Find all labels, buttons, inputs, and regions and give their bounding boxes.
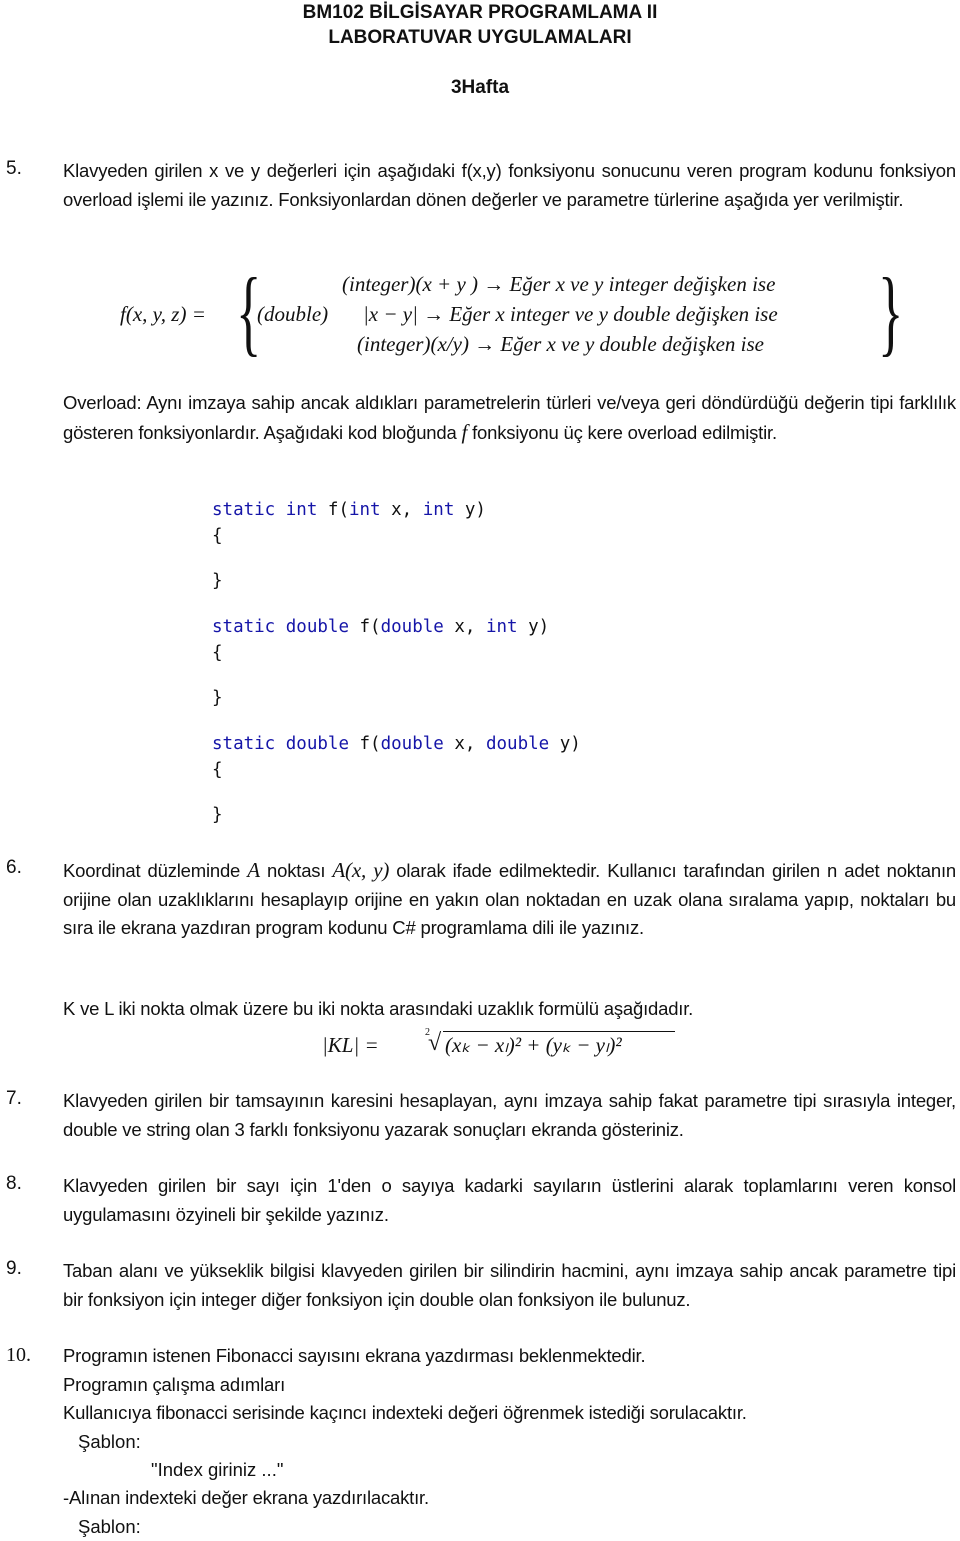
point-notation: A(x, y) bbox=[332, 858, 390, 882]
code-signature-3: static double f(double x, double y) bbox=[212, 734, 581, 754]
question-text: Klavyeden girilen bir sayı için 1'den o … bbox=[63, 1175, 956, 1225]
q10-line-3: Kullanıcıya fibonacci serisinde kaçıncı … bbox=[63, 1402, 747, 1423]
question-number: 6. bbox=[6, 857, 22, 878]
code-close-brace-3: } bbox=[212, 805, 223, 825]
overload-definition: Overload: Aynı imzaya sahip ancak aldıkl… bbox=[63, 389, 956, 447]
question-text: Koordinat düzleminde A noktası A(x, y) o… bbox=[63, 858, 956, 938]
question-text: Klavyeden girilen bir tamsayının karesin… bbox=[63, 1090, 956, 1140]
formula-lhs: f(x, y, z) = bbox=[120, 302, 206, 326]
formula-case-2: |x − y| → Eğer x integer ve y double değ… bbox=[363, 302, 778, 326]
question-text: Klavyeden girilen x ve y değerleri için … bbox=[63, 160, 956, 210]
course-subtitle: LABORATUVAR UYGULAMALARI bbox=[328, 27, 632, 48]
distance-lhs: |KL| = bbox=[322, 1033, 379, 1057]
code-close-brace-1: } bbox=[212, 571, 223, 591]
question-number: 10. bbox=[6, 1344, 31, 1366]
code-open-brace-3: { bbox=[212, 760, 223, 780]
code-open-brace-1: { bbox=[212, 526, 223, 546]
q10-line-1: Programın istenen Fibonacci sayısını ekr… bbox=[63, 1345, 646, 1366]
overload-text-end: fonksiyonu üç kere overload edilmiştir. bbox=[467, 421, 777, 443]
radical-icon: √ bbox=[428, 1030, 442, 1056]
distance-intro: K ve L iki nokta olmak üzere bu iki nokt… bbox=[63, 998, 694, 1019]
q10-line-2: Programın çalışma adımları bbox=[63, 1374, 286, 1395]
question-number: 5. bbox=[6, 158, 22, 179]
formula-case-3: (integer)(x/y) → Eğer x ve y double deği… bbox=[357, 332, 764, 356]
question-text: Taban alanı ve yükseklik bilgisi klavyed… bbox=[63, 1260, 956, 1310]
week-label: 3Hafta bbox=[450, 77, 510, 98]
question-number: 7. bbox=[6, 1088, 22, 1109]
radical-bar bbox=[443, 1031, 675, 1032]
template-label-2: Şablon: bbox=[78, 1516, 141, 1537]
template-label-1: Şablon: bbox=[78, 1431, 141, 1452]
distance-rhs: (xₖ − xₗ)² + (yₖ − yₗ)² bbox=[445, 1033, 622, 1057]
template-value-1: "Index giriniz ..." bbox=[151, 1459, 284, 1480]
right-brace: } bbox=[878, 258, 904, 365]
formula-case-1: (integer)(x + y ) → Eğer x ve y integer … bbox=[342, 272, 776, 296]
code-open-brace-2: { bbox=[212, 643, 223, 663]
code-signature-1: static int f(int x, int y) bbox=[212, 500, 486, 520]
code-signature-2: static double f(double x, int y) bbox=[212, 617, 550, 637]
formula-double-prefix: (double) bbox=[257, 302, 329, 326]
course-title: BM102 BİLGİSAYAR PROGRAMLAMA II bbox=[302, 2, 658, 23]
q10-step-2: -Alınan indexteki değer ekrana yazdırıla… bbox=[63, 1487, 429, 1508]
question-number: 8. bbox=[6, 1173, 22, 1194]
question-number: 9. bbox=[6, 1258, 22, 1279]
point-symbol: A bbox=[247, 858, 260, 882]
code-close-brace-2: } bbox=[212, 688, 223, 708]
